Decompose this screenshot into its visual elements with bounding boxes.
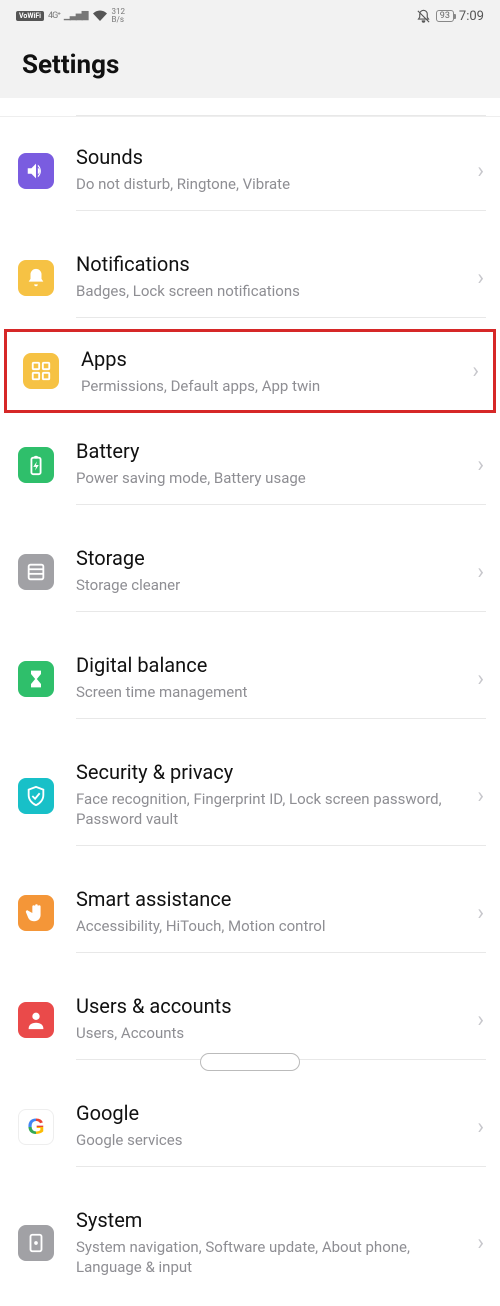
- data-rate-unit: B/s: [112, 16, 126, 24]
- row-notifications[interactable]: Notifications Badges, Lock screen notifi…: [0, 224, 500, 331]
- bell-icon: [18, 260, 54, 296]
- row-title: Sounds: [76, 144, 456, 170]
- row-battery[interactable]: Battery Power saving mode, Battery usage…: [0, 411, 500, 518]
- row-digital-balance[interactable]: Digital balance Screen time management ›: [0, 625, 500, 732]
- row-subtitle: Power saving mode, Battery usage: [76, 468, 456, 488]
- settings-list: Sounds Do not disturb, Ringtone, Vibrate…: [0, 116, 500, 1306]
- status-right: 93 7:09: [416, 9, 484, 24]
- network-type: 4G⁺: [48, 11, 60, 21]
- row-subtitle: Permissions, Default apps, App twin: [81, 376, 451, 396]
- row-subtitle: Storage cleaner: [76, 575, 456, 595]
- row-title: Storage: [76, 545, 456, 571]
- sound-icon: [18, 153, 54, 189]
- page-title: Settings: [22, 50, 478, 80]
- hand-icon: [18, 895, 54, 931]
- row-title: Notifications: [76, 251, 456, 277]
- partial-row-cutoff: [0, 98, 500, 116]
- row-title: Google: [76, 1100, 456, 1126]
- data-rate: 312 B/s: [112, 8, 126, 24]
- row-subtitle: Accessibility, HiTouch, Motion control: [76, 916, 456, 936]
- row-subtitle: Badges, Lock screen notifications: [76, 281, 456, 301]
- vowifi-badge: VoWiFi: [16, 11, 44, 21]
- row-subtitle: Users, Accounts: [76, 1023, 456, 1043]
- apps-icon: [23, 353, 59, 389]
- row-sounds[interactable]: Sounds Do not disturb, Ringtone, Vibrate…: [0, 117, 500, 224]
- dnd-icon: [416, 9, 431, 24]
- row-title: Security & privacy: [76, 759, 456, 785]
- row-apps[interactable]: Apps Permissions, Default apps, App twin…: [4, 329, 496, 413]
- battery-indicator: 93: [436, 10, 454, 22]
- row-title: Battery: [76, 438, 456, 464]
- row-google[interactable]: G Google Google services ›: [0, 1073, 500, 1180]
- row-title: System: [76, 1207, 456, 1233]
- row-storage[interactable]: Storage Storage cleaner ›: [0, 518, 500, 625]
- row-title: Smart assistance: [76, 886, 456, 912]
- row-subtitle: Face recognition, Fingerprint ID, Lock s…: [76, 789, 456, 829]
- row-smart-assistance[interactable]: Smart assistance Accessibility, HiTouch,…: [0, 859, 500, 966]
- hourglass-icon: [18, 661, 54, 697]
- row-title: Users & accounts: [76, 993, 456, 1019]
- wifi-icon: [92, 10, 108, 22]
- row-subtitle: Do not disturb, Ringtone, Vibrate: [76, 174, 456, 194]
- user-icon: [18, 1002, 54, 1038]
- row-system[interactable]: System System navigation, Software updat…: [0, 1180, 500, 1306]
- row-title: Digital balance: [76, 652, 456, 678]
- signal-icon: ▁▃▅▇: [64, 11, 88, 21]
- row-subtitle: Google services: [76, 1130, 456, 1150]
- status-bar: VoWiFi 4G⁺ ▁▃▅▇ 312 B/s 93 7:09: [0, 0, 500, 28]
- clock: 7:09: [459, 9, 484, 24]
- row-title: Apps: [81, 346, 451, 372]
- row-subtitle: Screen time management: [76, 682, 456, 702]
- settings-header: Settings: [0, 28, 500, 98]
- row-security[interactable]: Security & privacy Face recognition, Fin…: [0, 732, 500, 859]
- shield-icon: [18, 778, 54, 814]
- battery-icon: [18, 447, 54, 483]
- status-left: VoWiFi 4G⁺ ▁▃▅▇ 312 B/s: [16, 8, 125, 24]
- system-icon: [18, 1225, 54, 1261]
- storage-icon: [18, 554, 54, 590]
- google-icon: G: [18, 1109, 54, 1145]
- nav-pill[interactable]: [200, 1053, 300, 1071]
- row-subtitle: System navigation, Software update, Abou…: [76, 1237, 456, 1277]
